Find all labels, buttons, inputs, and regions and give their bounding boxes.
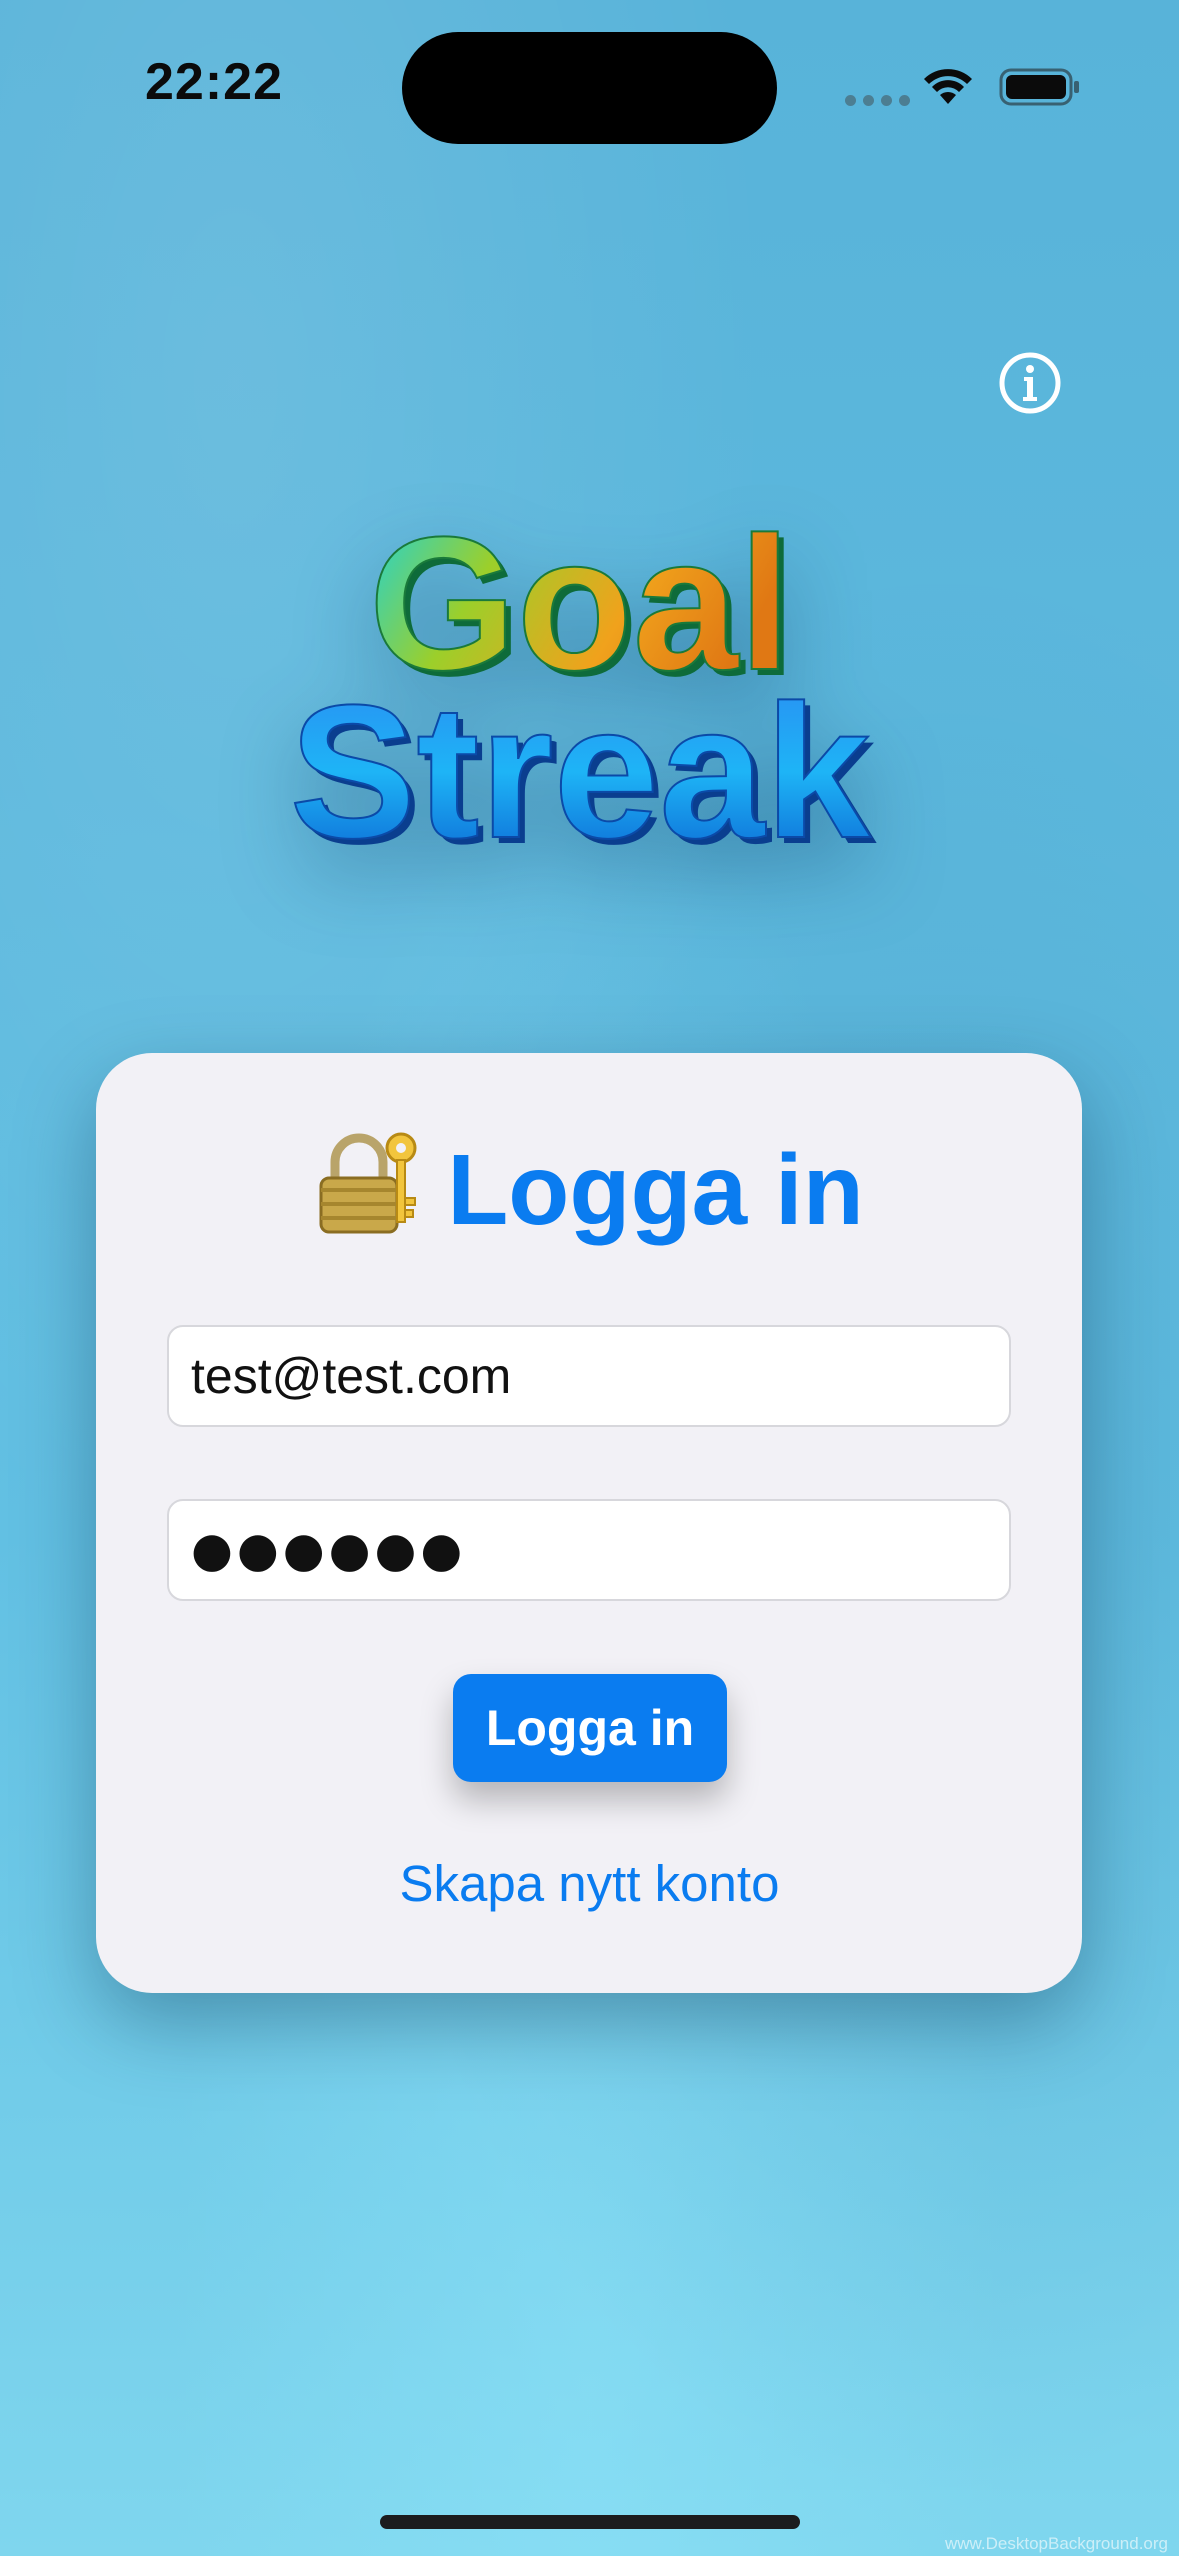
email-field[interactable]: test@test.com [167, 1325, 1011, 1427]
login-title-text: Logga in [447, 1134, 864, 1246]
login-button[interactable]: Logga in [453, 1674, 727, 1782]
login-title: Logga in [0, 1125, 1179, 1255]
logo-streak-text: Streak [290, 666, 871, 865]
password-field[interactable]: ●●●●●● [167, 1499, 1011, 1601]
wifi-icon [924, 69, 972, 104]
lock-with-key-icon [319, 1132, 417, 1234]
dynamic-island [402, 32, 777, 144]
background-watermark: www.DesktopBackground.org [945, 2534, 1169, 2553]
email-value: test@test.com [191, 1348, 512, 1404]
create-account-link[interactable]: Skapa nytt konto [0, 1854, 1179, 1913]
status-bar: 22:22 [0, 0, 1179, 160]
password-value: ●●●●●● [191, 1522, 467, 1578]
cellular-signal-icon [845, 95, 910, 106]
home-indicator[interactable] [380, 2515, 800, 2529]
status-time: 22:22 [145, 53, 283, 111]
battery-icon [999, 68, 1079, 106]
info-icon[interactable] [998, 351, 1062, 415]
goal-streak-logo: Goal Goal Streak Streak [289, 497, 877, 865]
create-account-label[interactable]: Skapa nytt konto [400, 1855, 780, 1912]
